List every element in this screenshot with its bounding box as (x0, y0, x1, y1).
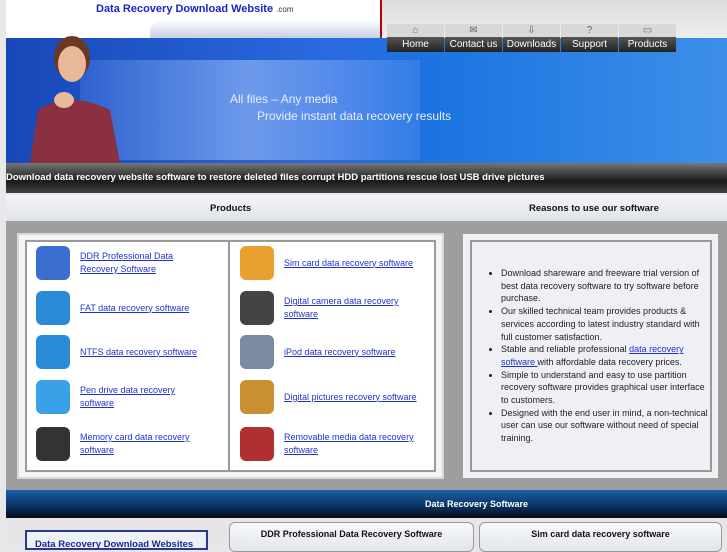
section-title-bar: Data Recovery Software (6, 490, 727, 518)
sim-card-icon (240, 246, 274, 280)
nav-label: Home (387, 37, 444, 52)
product-item[interactable]: Memory card data recovery software (36, 427, 200, 461)
nav-label: Products (619, 37, 676, 52)
nav-downloads[interactable]: ⇩ Downloads (503, 24, 560, 52)
product-item[interactable]: Sim card data recovery software (240, 246, 424, 280)
product-item[interactable]: iPod data recovery software (240, 335, 424, 369)
product-item[interactable]: Digital pictures recovery software (240, 380, 424, 414)
divider (380, 0, 382, 38)
ddr-professional-icon (36, 246, 70, 280)
nav-contact-us[interactable]: ✉ Contact us (445, 24, 502, 52)
product-item[interactable]: NTFS data recovery software (36, 335, 200, 369)
data-recovery-websites-box[interactable]: Data Recovery Download Websites (25, 530, 208, 550)
products-heading: Products (210, 203, 252, 214)
reason-text: with affordable data recovery prices. (537, 356, 682, 367)
ipod-icon (240, 335, 274, 369)
question-icon: ? (561, 24, 618, 37)
envelope-icon: ✉ (445, 24, 502, 37)
reasons-list: Download shareware and freeware trial ve… (487, 267, 713, 445)
header-swoosh (150, 20, 380, 38)
product-link[interactable]: DDR Professional Data Recovery Software (80, 250, 200, 276)
product-item[interactable]: Pen drive data recovery software (36, 380, 200, 414)
nav-home[interactable]: ⌂ Home (387, 24, 444, 52)
banner-subheadline: Provide instant data recovery results (257, 109, 452, 123)
download-icon: ⇩ (503, 24, 560, 37)
reason-item: Designed with the end user in mind, a no… (501, 407, 713, 445)
logo-suffix: .com (276, 5, 294, 14)
product-link[interactable]: Pen drive data recovery software (80, 384, 200, 410)
camera-icon (240, 291, 274, 325)
memory-card-icon (36, 427, 70, 461)
product-link[interactable]: FAT data recovery software (80, 302, 200, 315)
product-link[interactable]: iPod data recovery software (284, 346, 424, 359)
product-link[interactable]: Digital pictures recovery software (284, 391, 424, 404)
product-link[interactable]: Removable media data recovery software (284, 431, 424, 457)
product-item[interactable]: FAT data recovery software (36, 291, 200, 325)
box-icon: ▭ (619, 24, 676, 37)
section-title: Data Recovery Software (424, 499, 529, 509)
product-link[interactable]: Sim card data recovery software (284, 257, 424, 270)
nav-label: Contact us (445, 37, 502, 52)
reason-item: Download shareware and freeware trial ve… (501, 267, 713, 305)
nav-products[interactable]: ▭ Products (619, 24, 676, 52)
removable-media-icon (240, 427, 274, 461)
product-link[interactable]: NTFS data recovery software (80, 346, 200, 359)
product-item[interactable]: DDR Professional Data Recovery Software (36, 246, 200, 280)
column-headers: Products Reasons to use our software (6, 195, 727, 221)
site-logo[interactable]: Data Recovery Download Website .com (96, 3, 293, 15)
nav-label: Support (561, 37, 618, 52)
column-divider (228, 240, 230, 472)
nav-label: Downloads (503, 37, 560, 52)
reasons-heading: Reasons to use our software (529, 203, 659, 214)
product-link[interactable]: Digital camera data recovery software (284, 295, 424, 321)
main-nav: ⌂ Home ✉ Contact us ⇩ Downloads ? Support ▭ P… (387, 24, 677, 52)
product-link[interactable]: Memory card data recovery software (80, 431, 200, 457)
ntfs-icon (36, 335, 70, 369)
reason-item: Stable and reliable professional data re… (501, 343, 713, 368)
pictures-icon (240, 380, 274, 414)
product-item[interactable]: Digital camera data recovery software (240, 291, 424, 325)
logo-text: Data Recovery Download Website (96, 3, 274, 15)
home-icon: ⌂ (387, 24, 444, 37)
card-ddr-professional[interactable]: DDR Professional Data Recovery Software (229, 522, 474, 552)
pen-drive-icon (36, 380, 70, 414)
reason-text: Stable and reliable professional (501, 344, 630, 355)
card-sim-card[interactable]: Sim card data recovery software (479, 522, 722, 552)
reason-item: Our skilled technical team provides prod… (501, 305, 713, 343)
fat-icon (36, 291, 70, 325)
reason-item: Simple to understand and easy to use par… (501, 369, 713, 407)
nav-support[interactable]: ? Support (561, 24, 618, 52)
product-item[interactable]: Removable media data recovery software (240, 427, 424, 461)
banner-person-image (30, 36, 120, 163)
banner-headline: All files – Any media (230, 92, 338, 106)
tagline: Download data recovery website software … (6, 163, 727, 193)
